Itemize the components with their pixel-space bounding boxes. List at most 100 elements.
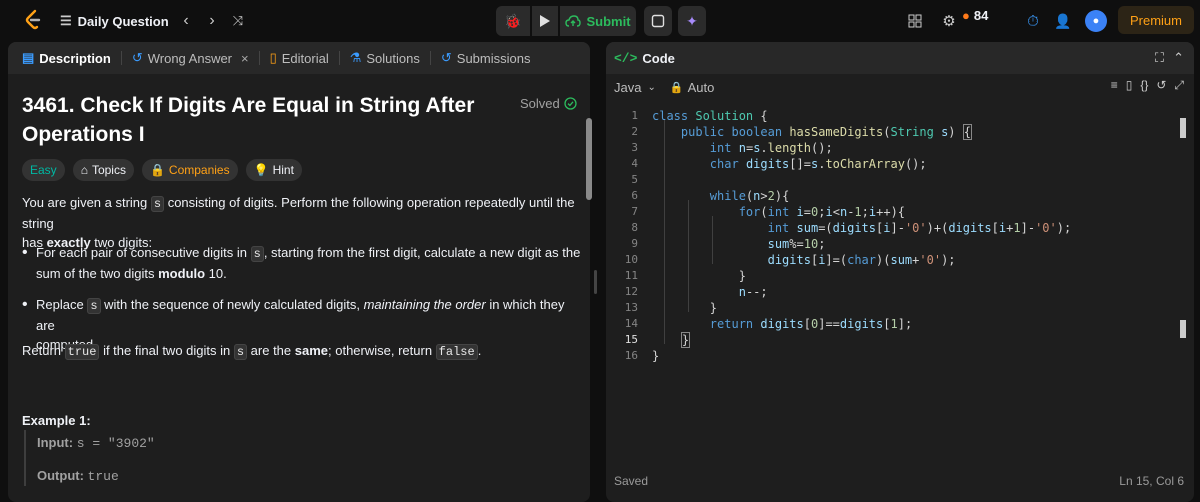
next-question-button[interactable]: ›	[202, 10, 222, 32]
play-icon	[540, 15, 550, 27]
problem-title-line2: Operations I	[22, 123, 145, 146]
daily-question-link[interactable]: ☰ Daily Question	[60, 10, 169, 32]
line-number: 3	[631, 141, 638, 154]
line-number: 1	[631, 109, 638, 122]
auto-mode-toggle[interactable]: 🔒 Auto	[670, 80, 714, 95]
chevron-up-icon[interactable]: ⌃	[1173, 50, 1184, 66]
ai-assist-button[interactable]: ✦	[678, 6, 706, 36]
inline-code: s	[233, 344, 248, 360]
editor-toolbar: Java ⌄ 🔒 Auto	[606, 74, 1194, 100]
add-friend-button[interactable]: 👤	[1052, 10, 1074, 32]
code-line: 7 for(int i=0;i<n-1;i++){	[606, 204, 1194, 220]
tab-label: Wrong Answer	[147, 50, 233, 66]
daily-question-label: Daily Question	[77, 13, 169, 29]
code-text: int sum=(digits[i]-'0')+(digits[i+1]-'0'…	[767, 221, 1072, 235]
line-number: 7	[631, 205, 638, 218]
history-icon: ↺	[131, 50, 143, 65]
reset-icon[interactable]: ↺	[1156, 78, 1166, 93]
code-text: n--;	[738, 285, 768, 299]
settings-button[interactable]: ⚙	[938, 10, 960, 32]
tag-icon: ⌂	[80, 163, 88, 177]
auto-label: Auto	[687, 79, 715, 95]
fullscreen-icon[interactable]: ⤢	[1174, 78, 1184, 93]
bookmark-icon[interactable]: ▯	[1126, 78, 1133, 93]
editor-actions: ≡ ▯ {} ↺ ⤢	[1111, 78, 1184, 93]
check-circle-icon	[564, 97, 577, 110]
example-title: Example 1:	[22, 413, 91, 428]
line-number: 16	[624, 349, 638, 362]
gear-icon: ⚙	[942, 13, 956, 30]
problem-tags: Easy ⌂ Topics 🔒 Companies 💡 Hint	[22, 159, 302, 181]
streak-count: 84	[973, 8, 989, 23]
cloud-upload-icon	[565, 15, 582, 27]
premium-button[interactable]: Premium	[1118, 6, 1194, 34]
layout-button[interactable]	[904, 10, 926, 32]
streak-counter[interactable]: ● 84	[962, 8, 988, 23]
tab-label: Submissions	[456, 50, 531, 66]
editor-scroll-marker	[1180, 118, 1186, 138]
code-line: 16}	[606, 348, 1194, 364]
example-input: Input: s = "3902"	[37, 435, 155, 451]
code-line: 1 class Solution {	[606, 108, 1194, 124]
leetcode-logo-icon[interactable]	[22, 8, 44, 32]
expand-icon[interactable]: ⛶	[1155, 50, 1164, 66]
line-number: 11	[624, 269, 638, 282]
line-number: 9	[631, 237, 638, 250]
line-number: 14	[624, 317, 638, 330]
avatar[interactable]: ●	[1085, 10, 1107, 32]
inline-code: s	[87, 298, 101, 314]
text: sum of the two digits	[36, 266, 159, 281]
solved-status: Solved	[520, 96, 577, 111]
format-icon[interactable]: ≡	[1111, 78, 1118, 93]
code-line: 3 int n=s.length();	[606, 140, 1194, 156]
description-scrollbar[interactable]	[586, 118, 592, 200]
panel-resize-handle[interactable]	[594, 270, 597, 294]
tab-editorial[interactable]: ▯ Editorial	[266, 42, 333, 74]
inline-code: true	[64, 344, 100, 360]
left-tab-bar: ▤ Description ↺ Wrong Answer × ▯ Editori…	[8, 42, 590, 74]
debug-button[interactable]: 🐞	[496, 6, 530, 36]
text: Return	[22, 343, 65, 358]
topics-label: Topics	[91, 163, 126, 177]
code-panel: </> Code ⛶ ⌃ Java ⌄ 🔒 Auto ≡ ▯ {} ↺ ⤢ 1 c…	[606, 42, 1194, 502]
line-number: 4	[631, 157, 638, 170]
layout-grid-icon	[908, 14, 922, 28]
difficulty-badge: Easy	[22, 159, 65, 181]
notes-button[interactable]	[644, 6, 672, 36]
code-text: }	[652, 269, 746, 283]
close-icon[interactable]: ×	[241, 51, 249, 66]
example-output: Output: true	[37, 468, 119, 484]
inline-code: s	[150, 196, 165, 212]
italic-text: maintaining the order	[363, 297, 486, 312]
tab-wrong-answer[interactable]: ↺ Wrong Answer ×	[128, 42, 253, 74]
code-tab-label[interactable]: Code	[642, 51, 675, 66]
run-button[interactable]	[532, 6, 558, 36]
text: For each pair of consecutive digits in	[36, 245, 251, 260]
submit-button[interactable]: Submit	[560, 6, 636, 36]
tab-description[interactable]: ▤ Description	[18, 42, 115, 74]
text: are the	[247, 343, 295, 358]
prev-question-button[interactable]: ‹	[176, 10, 196, 32]
tab-submissions[interactable]: ↺ Submissions	[437, 42, 535, 74]
code-line: 15 }	[606, 332, 1194, 348]
description-panel: ▤ Description ↺ Wrong Answer × ▯ Editori…	[8, 42, 590, 502]
text: if the final two digits in	[99, 343, 234, 358]
code-line: 6 while(n>2){	[606, 188, 1194, 204]
problem-title[interactable]: 3461. Check If Digits Are Equal in Strin…	[22, 91, 502, 149]
topics-chip[interactable]: ⌂ Topics	[72, 159, 134, 181]
tab-solutions[interactable]: ⚗ Solutions	[346, 42, 424, 74]
lock-icon: 🔒	[149, 163, 165, 177]
language-select[interactable]: Java ⌄	[614, 80, 656, 95]
code-editor[interactable]: 1 class Solution { 2 public boolean hasSa…	[606, 104, 1194, 464]
companies-chip[interactable]: 🔒 Companies	[141, 159, 238, 181]
random-question-button[interactable]: ⤨	[228, 10, 248, 32]
timer-button[interactable]: ⏱	[1022, 10, 1044, 32]
line-number: 13	[624, 301, 638, 314]
hint-chip[interactable]: 💡 Hint	[245, 159, 302, 181]
braces-icon[interactable]: {}	[1140, 78, 1148, 93]
stopwatch-icon: ⏱	[1027, 12, 1039, 30]
return-paragraph: Return true if the final two digits in s…	[22, 341, 582, 362]
list-item: For each pair of consecutive digits in s…	[22, 243, 582, 283]
list-icon: ☰	[60, 13, 72, 28]
code-text: while(n>2){	[709, 189, 790, 203]
